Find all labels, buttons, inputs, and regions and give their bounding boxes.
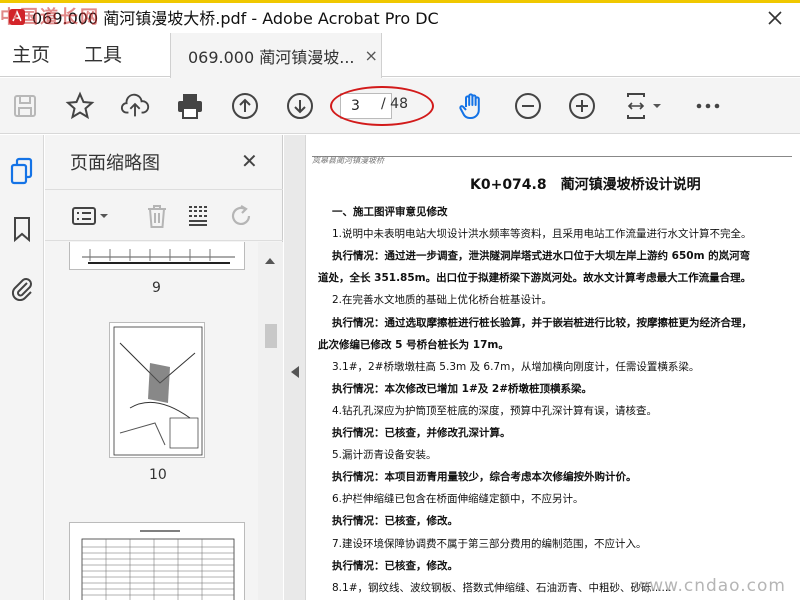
- panel-toolbar: [45, 189, 283, 241]
- page-thumbnails-panel: 页面缩略图 ✕ 9 10: [45, 135, 283, 600]
- window-close-button[interactable]: [764, 7, 786, 29]
- document-text-line: 执行情况：本次修改已增加 1#及 2#桥墩桩顶横系梁。: [332, 382, 593, 395]
- document-text-line: 2.在完善水文地质的基础上优化桥台桩基设计。: [332, 294, 553, 307]
- page-thumbnail[interactable]: [109, 322, 205, 458]
- close-panel-icon[interactable]: ✕: [241, 149, 258, 173]
- fit-page-icon[interactable]: [622, 91, 652, 121]
- thumbnail-scrollbar[interactable]: [258, 242, 283, 600]
- scroll-up-icon[interactable]: [264, 250, 276, 269]
- fit-dropdown-chevron-icon[interactable]: [649, 91, 665, 121]
- save-icon[interactable]: [10, 91, 40, 121]
- close-tab-icon[interactable]: ×: [365, 46, 378, 65]
- attachments-paperclip-icon[interactable]: [8, 273, 36, 301]
- document-running-header: 岚皋县蔺河镇漫坡桥: [312, 156, 384, 165]
- next-page-icon[interactable]: [285, 91, 315, 121]
- bookmark-star-icon[interactable]: [65, 91, 95, 121]
- document-text-line: 一、施工图评审意见修改: [332, 206, 448, 218]
- document-view[interactable]: 岚皋县蔺河镇漫坡桥 K0+074.8 蔺河镇漫坡桥设计说明 一、施工图评审意见修…: [306, 135, 800, 600]
- collapse-left-arrow-icon: [291, 366, 299, 378]
- page-thumbnail[interactable]: [69, 522, 245, 600]
- document-text-line: 道处，全长 351.85m。出口位于拟建桥梁下游岚河处。故水文计算考虑最大工作流…: [318, 272, 752, 285]
- collapse-panel-handle[interactable]: [284, 135, 306, 600]
- document-text-line: 执行情况：通过进一步调查，泄洪隧洞岸塔式进水口位于大坝左岸上游约 650m 的岚…: [332, 250, 751, 263]
- thumbnail-page-number: 9: [152, 280, 161, 296]
- document-text-line: 5.漏计沥青设备安装。: [332, 449, 437, 462]
- document-tab-label: 069.000 蔺河镇漫坡...: [188, 47, 355, 67]
- document-text-line: 6.护栏伸缩缝已包含在桥面伸缩缝定额中，不应另计。: [332, 493, 584, 506]
- site-watermark: 中国道长网: [0, 7, 100, 28]
- delete-page-icon[interactable]: [143, 202, 171, 230]
- bookmarks-icon[interactable]: [8, 215, 36, 243]
- left-navigation-rail: [0, 135, 44, 600]
- scrollbar-thumb[interactable]: [265, 324, 277, 348]
- document-text-line: 执行情况：已核查，并修改孔深计算。: [332, 427, 511, 439]
- document-text-line: 执行情况：通过选取摩擦桩进行桩长验算，并于嵌岩桩进行比较，按摩擦桩更为经济合理，: [332, 316, 752, 329]
- document-text-line: 此次修编已修改 5 号桥台桩长为 17m。: [318, 338, 509, 351]
- extract-page-icon[interactable]: [184, 202, 212, 230]
- site-watermark-bottom: www.cndao.com: [634, 576, 786, 596]
- title-bar: 069.000 蔺河镇漫坡大桥.pdf - Adobe Acrobat Pro …: [0, 0, 800, 30]
- tab-document[interactable]: 069.000 蔺河镇漫坡... ×: [170, 33, 382, 78]
- previous-page-icon[interactable]: [230, 91, 260, 121]
- document-text-line: 执行情况：已核查，修改。: [332, 515, 458, 528]
- zoom-out-icon[interactable]: [513, 91, 543, 121]
- print-icon[interactable]: [175, 91, 205, 121]
- cloud-upload-icon[interactable]: [120, 91, 150, 121]
- document-text-line: 1.说明中未表明电站大坝设计洪水频率等资料，且采用电站工作流量进行水文计算不完全…: [332, 228, 752, 241]
- document-text-line: 7.建设环境保障协调费不属于第三部分费用的编制范围，不应计入。: [332, 537, 647, 550]
- document-text-line: 8.1#，钢纹线、波纹钢板、搭数式伸缩缝、石油沥青、中粗砂、砂砾......: [332, 581, 672, 594]
- options-chevron-icon[interactable]: [97, 202, 111, 230]
- more-tools-icon[interactable]: [693, 91, 723, 121]
- page-thumbnail[interactable]: [69, 242, 245, 270]
- document-title: K0+074.8 蔺河镇漫坡桥设计说明: [470, 177, 701, 193]
- tab-home[interactable]: 主页: [12, 33, 50, 77]
- document-text-line: 执行情况：本项目沥青用量较少，综合考虑本次修编按外购计价。: [332, 471, 637, 484]
- panel-title: 页面缩略图: [70, 153, 160, 174]
- hand-tool-icon[interactable]: [457, 91, 487, 121]
- document-text-line: 4.钻孔孔深应为护筒顶至桩底的深度，预算中孔深计算有误，请核查。: [332, 404, 658, 417]
- header-rule: [312, 156, 792, 157]
- highlight-annotation-oval: [330, 86, 434, 126]
- tab-bar: 主页 工具 069.000 蔺河镇漫坡... ×: [0, 33, 800, 78]
- tab-tools[interactable]: 工具: [84, 33, 122, 77]
- zoom-in-icon[interactable]: [567, 91, 597, 121]
- page-thumbnails-icon[interactable]: [8, 157, 36, 185]
- thumbnail-list: 9 10: [45, 242, 257, 600]
- document-text-line: 3.1#，2#桥墩墩柱高 5.3m 及 6.7m，从增加横向刚度计，任需设置横系…: [332, 360, 700, 373]
- thumbnail-page-number: 10: [149, 467, 167, 483]
- thumbnail-options-icon[interactable]: [70, 202, 98, 230]
- rotate-page-icon[interactable]: [227, 202, 255, 230]
- document-text-line: 执行情况：已核查，修改。: [332, 559, 458, 572]
